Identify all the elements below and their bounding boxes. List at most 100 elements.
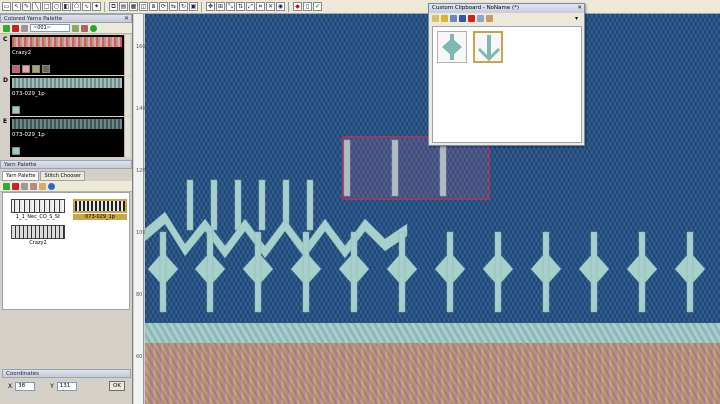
color-chip[interactable] bbox=[32, 65, 40, 73]
colored-yarn-preview: Crazy2 bbox=[10, 35, 124, 75]
grid-icon[interactable]: ▦ bbox=[129, 2, 138, 11]
pink-tweed-band bbox=[145, 343, 720, 404]
x-coordinate-field[interactable]: 38 bbox=[15, 381, 36, 391]
rectangle-tool-icon[interactable]: □ bbox=[42, 2, 51, 11]
ok-button[interactable]: OK bbox=[109, 381, 125, 391]
color-chip[interactable] bbox=[12, 106, 20, 114]
layers-icon[interactable]: ◫ bbox=[139, 2, 148, 11]
delete-icon[interactable] bbox=[12, 182, 19, 190]
new-icon[interactable] bbox=[432, 14, 439, 22]
info-icon[interactable] bbox=[48, 182, 55, 190]
colored-yarns-toolbar: ~001~ bbox=[0, 23, 132, 34]
yarn-label: 1_1_Nec_CO_S_St bbox=[15, 214, 61, 220]
color-chip[interactable] bbox=[42, 65, 50, 73]
colored-yarn-entry[interactable]: E 073-029_1p bbox=[2, 117, 130, 157]
yarn-item[interactable]: 073-029_1p bbox=[73, 199, 127, 220]
save-icon[interactable] bbox=[450, 14, 457, 22]
select-tool-icon[interactable]: ▭ bbox=[2, 2, 11, 11]
vertical-scrollbar[interactable] bbox=[124, 117, 130, 157]
chevron-down-icon[interactable]: ▾ bbox=[575, 15, 578, 22]
color-chips bbox=[12, 106, 20, 114]
edit-icon[interactable] bbox=[21, 24, 28, 32]
tab-yarn-palette[interactable]: Yarn Palette bbox=[2, 171, 40, 181]
curve-tool-icon[interactable]: ∿ bbox=[82, 2, 91, 11]
duplicate-icon[interactable]: ⧈ bbox=[149, 2, 158, 11]
line-tool-icon[interactable]: ╲ bbox=[32, 2, 41, 11]
mirror-icon[interactable]: ⇆ bbox=[169, 2, 178, 11]
yarn-item[interactable]: Crazy2 bbox=[11, 225, 65, 246]
edit-icon[interactable] bbox=[21, 182, 28, 190]
transform-icon[interactable]: ⤡ bbox=[226, 2, 235, 11]
polygon-tool-icon[interactable]: ⬠ bbox=[72, 2, 81, 11]
pen-tool-icon[interactable]: ✎ bbox=[22, 2, 31, 11]
yarn-palette-panel-title: Yarn Palette bbox=[0, 160, 132, 169]
colored-yarn-preview: 073-029_1p bbox=[10, 76, 124, 116]
open-folder-icon[interactable] bbox=[441, 14, 448, 22]
scale-icon[interactable]: ⤢ bbox=[246, 2, 255, 11]
color-chip[interactable] bbox=[22, 65, 30, 73]
vertical-scrollbar[interactable] bbox=[124, 76, 130, 116]
magic-wand-icon[interactable]: ✦ bbox=[92, 2, 101, 11]
delete-icon[interactable] bbox=[12, 24, 19, 32]
coordinates-panel-title: Coordinates bbox=[2, 369, 131, 378]
colored-yarn-entry[interactable]: C Crazy2 bbox=[2, 35, 130, 75]
apply-icon[interactable] bbox=[90, 24, 97, 32]
brush-icon[interactable] bbox=[81, 24, 88, 32]
tab-stitch-chooser[interactable]: Stitch Chooser bbox=[40, 171, 85, 181]
add-icon[interactable] bbox=[3, 182, 10, 190]
close-icon[interactable]: ✕ bbox=[124, 15, 129, 23]
vertical-scrollbar[interactable] bbox=[124, 35, 130, 75]
repeat-icon[interactable]: ⟳ bbox=[159, 2, 168, 11]
custom-clipboard-window[interactable]: Custom Clipboard - NoName (*) ✕ ▾ bbox=[428, 3, 585, 146]
crop-icon[interactable]: ⌗ bbox=[256, 2, 265, 11]
coordinates-panel: Coordinates X 38 Y 131 OK bbox=[2, 369, 131, 394]
clipboard-title-bar[interactable]: Custom Clipboard - NoName (*) ✕ bbox=[429, 4, 584, 13]
move-icon[interactable]: ✥ bbox=[206, 2, 215, 11]
yarn-strip bbox=[12, 37, 122, 47]
teal-stripe-band bbox=[145, 323, 720, 343]
color-chip[interactable] bbox=[12, 65, 20, 73]
copy-icon[interactable] bbox=[477, 14, 484, 22]
folder-icon[interactable] bbox=[39, 182, 46, 190]
main-toolbar: ▭ ↖ ✎ ╲ □ ○ ◧ ⬠ ∿ ✦ ⧉ ▤ ▦ ◫ ⧈ ⟳ ⇆ ↻ ▣ ✥ … bbox=[0, 0, 720, 14]
stamp-icon[interactable]: ▣ bbox=[189, 2, 198, 11]
colored-yarn-entry[interactable]: D 073-029_1p bbox=[2, 76, 130, 116]
colored-yarn-name: 073-029_1p bbox=[12, 91, 45, 97]
yarn-set-dropdown[interactable]: ~001~ bbox=[30, 24, 70, 32]
yarn-label: Crazy2 bbox=[29, 240, 47, 246]
ellipse-tool-icon[interactable]: ○ bbox=[52, 2, 61, 11]
close-icon[interactable]: ✕ bbox=[577, 4, 582, 12]
yarn-strip bbox=[12, 119, 122, 129]
diamond-motif-icon bbox=[442, 34, 462, 60]
rotate-icon[interactable]: ↻ bbox=[179, 2, 188, 11]
entry-letter: E bbox=[3, 118, 8, 125]
eraser-icon[interactable]: ▯ bbox=[303, 2, 312, 11]
brush-icon[interactable] bbox=[30, 182, 37, 190]
check-icon[interactable]: ✔ bbox=[313, 2, 322, 11]
yarn-strip bbox=[12, 78, 122, 88]
clipboard-item-selected[interactable] bbox=[473, 31, 503, 63]
colored-yarns-panel-title: Colored Yarns Palette ✕ bbox=[0, 14, 132, 23]
add-icon[interactable] bbox=[3, 24, 10, 32]
stitch-icon[interactable]: ✕ bbox=[266, 2, 275, 11]
save-as-icon[interactable] bbox=[459, 14, 466, 22]
align-icon[interactable]: ⊞ bbox=[216, 2, 225, 11]
delete-icon[interactable] bbox=[468, 14, 475, 22]
clipboard-item[interactable] bbox=[437, 31, 467, 63]
entry-letter: C bbox=[3, 36, 8, 43]
paste-icon[interactable]: ▤ bbox=[119, 2, 128, 11]
color-chip[interactable] bbox=[12, 147, 20, 155]
vertical-ruler: 160 140 120 100 80 60 bbox=[134, 14, 146, 404]
yarn-item[interactable]: 1_1_Nec_CO_S_St bbox=[11, 199, 65, 220]
pointer-tool-icon[interactable]: ↖ bbox=[12, 2, 21, 11]
copy-icon[interactable]: ⧉ bbox=[109, 2, 118, 11]
fill-tool-icon[interactable]: ◧ bbox=[62, 2, 71, 11]
yarn-icon[interactable]: ◉ bbox=[276, 2, 285, 11]
paste-icon[interactable] bbox=[486, 14, 493, 22]
flip-icon[interactable]: ⇅ bbox=[236, 2, 245, 11]
colored-yarn-name: Crazy2 bbox=[12, 50, 32, 56]
color-picker-icon[interactable]: ◆ bbox=[293, 2, 302, 11]
yarn-thumbnail bbox=[11, 225, 65, 239]
y-coordinate-field[interactable]: 131 bbox=[56, 381, 77, 391]
settings-icon[interactable] bbox=[72, 24, 79, 32]
